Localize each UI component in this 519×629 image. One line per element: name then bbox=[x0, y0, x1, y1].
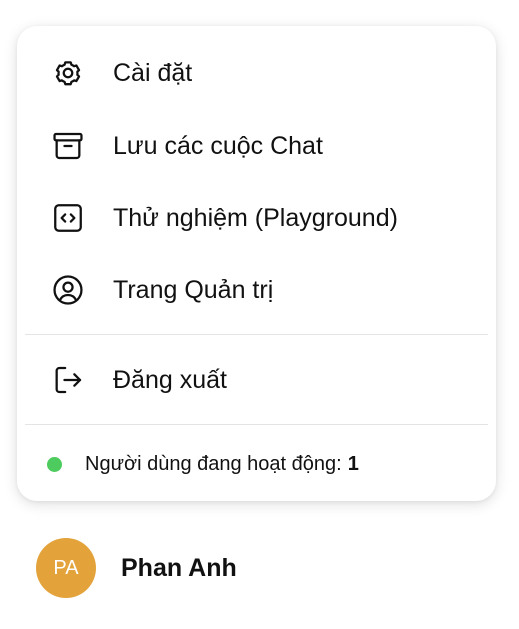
menu-item-label: Cài đặt bbox=[113, 59, 193, 87]
avatar: PA bbox=[36, 538, 96, 598]
menu-item-archived-chats[interactable]: Lưu các cuộc Chat bbox=[17, 117, 496, 175]
menu-divider bbox=[25, 334, 488, 335]
menu-item-label: Đăng xuất bbox=[113, 366, 227, 394]
user-profile-button[interactable]: PA Phan Anh bbox=[36, 538, 237, 598]
archive-icon bbox=[50, 128, 86, 164]
active-users-count: 1 bbox=[347, 452, 359, 475]
user-circle-icon bbox=[50, 272, 86, 308]
menu-item-sign-out[interactable]: Đăng xuất bbox=[17, 351, 496, 409]
active-users-label: Người dùng đang hoạt động: bbox=[85, 452, 342, 475]
active-users-status: Người dùng đang hoạt động: 1 bbox=[47, 449, 359, 479]
sign-out-icon bbox=[50, 362, 86, 398]
gear-icon bbox=[50, 55, 86, 91]
menu-item-playground[interactable]: Thử nghiệm (Playground) bbox=[17, 189, 496, 247]
menu-item-settings[interactable]: Cài đặt bbox=[17, 44, 496, 102]
menu-divider bbox=[25, 424, 488, 425]
menu-item-label: Lưu các cuộc Chat bbox=[113, 132, 323, 160]
menu-item-label: Thử nghiệm (Playground) bbox=[113, 204, 398, 232]
user-name: Phan Anh bbox=[121, 553, 237, 582]
avatar-initials: PA bbox=[53, 556, 79, 579]
online-status-dot bbox=[47, 456, 62, 472]
menu-item-admin-panel[interactable]: Trang Quản trị bbox=[17, 261, 496, 319]
user-menu-dropdown: Cài đặt Lưu các cuộc Chat Thử nghiệm (Pl… bbox=[17, 26, 496, 501]
code-icon bbox=[50, 200, 86, 236]
menu-item-label: Trang Quản trị bbox=[113, 276, 274, 304]
